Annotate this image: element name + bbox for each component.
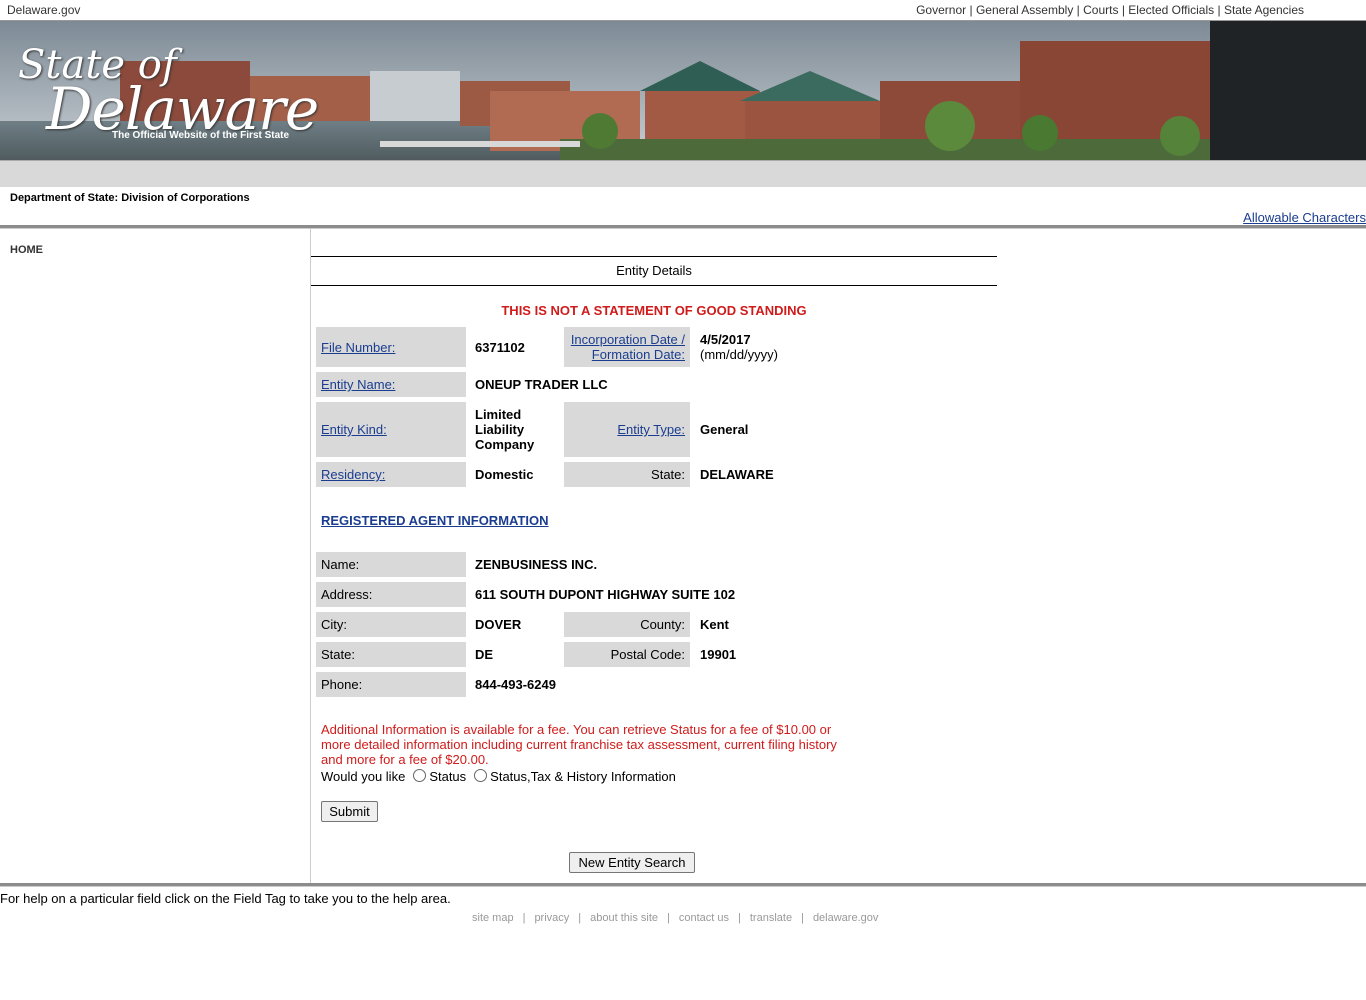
entity-kind-line1: Limited (475, 407, 522, 422)
incorporation-date-value: 4/5/2017 (700, 332, 751, 347)
footer-separator: | (578, 912, 582, 924)
footer-site-map[interactable]: site map (472, 912, 514, 924)
agent-city-label: City: (316, 612, 466, 637)
footer-about[interactable]: about this site (590, 912, 658, 924)
status-tax-history-label: Status,Tax & History Information (490, 769, 676, 784)
entity-kind-value: Limited Liability Company (466, 407, 564, 452)
file-number-help-link[interactable]: File Number: (321, 340, 395, 355)
nav-separator: | (1121, 3, 1125, 17)
logo-tagline: The Official Website of the First State (112, 130, 290, 141)
state-banner: State of Delaware The Official Website o… (0, 21, 1366, 160)
entity-type-label-cell: Entity Type: (564, 402, 690, 457)
incorporation-date-value-cell: 4/5/2017 (mm/dd/yyyy) (700, 332, 900, 362)
file-number-value: 6371102 (475, 339, 525, 355)
residency-help-link[interactable]: Residency: (321, 467, 385, 482)
new-entity-search-button[interactable]: New Entity Search (569, 852, 695, 873)
date-format-hint: (mm/dd/yyyy) (700, 347, 778, 362)
fee-information: Additional Information is available for … (321, 722, 837, 767)
footer-privacy[interactable]: privacy (534, 912, 569, 924)
footer-separator: | (738, 912, 741, 924)
residency-label-cell: Residency: (316, 462, 466, 487)
entity-type-value: General (700, 422, 749, 437)
agent-address-label: Address: (316, 582, 466, 607)
gray-strip (0, 160, 1366, 187)
entity-type-help-link[interactable]: Entity Type: (617, 422, 685, 437)
entity-kind-line3: Company (475, 437, 535, 452)
sidebar: HOME (0, 229, 311, 883)
agent-postal-label: Postal Code: (564, 642, 690, 667)
file-number-label-cell: File Number: (316, 327, 466, 367)
status-tax-history-radio[interactable] (474, 769, 488, 782)
entity-kind-line2: Liability (475, 422, 525, 437)
nav-governor[interactable]: Governor (916, 3, 966, 17)
footer-separator: | (667, 912, 670, 924)
bottom-divider (0, 883, 1366, 887)
footer-separator: | (801, 912, 804, 924)
entity-details-panel: Entity Details THIS IS NOT A STATEMENT O… (311, 229, 997, 883)
would-you-like-label: Would you like (321, 769, 406, 784)
state-value: DELAWARE (700, 467, 774, 482)
inc-label-line2: Formation Date: (591, 347, 685, 362)
agent-address-value: 611 SOUTH DUPONT HIGHWAY SUITE 102 (475, 587, 736, 602)
sidebar-item-home[interactable]: HOME (10, 244, 43, 256)
agent-state-value: DE (475, 647, 494, 662)
agent-state-label: State: (316, 642, 466, 667)
status-radio[interactable] (413, 769, 427, 782)
nav-elected-officials[interactable]: Elected Officials (1128, 3, 1214, 17)
good-standing-warning: THIS IS NOT A STATEMENT OF GOOD STANDING (501, 303, 807, 318)
agent-county-value: Kent (700, 617, 729, 632)
entity-kind-help-link[interactable]: Entity Kind: (321, 422, 387, 437)
status-option-label: Status (429, 769, 467, 784)
entity-kind-label-cell: Entity Kind: (316, 402, 466, 457)
footer-links: site map | privacy | about this site | contact… (472, 912, 878, 924)
footer-translate[interactable]: translate (750, 912, 792, 924)
agent-phone-label: Phone: (316, 672, 466, 697)
nav-state-agencies[interactable]: State Agencies (1224, 3, 1304, 17)
nav-general-assembly[interactable]: General Assembly (976, 3, 1073, 17)
agent-name-value: ZENBUSINESS INC. (475, 557, 598, 572)
entity-name-value: ONEUP TRADER LLC (475, 377, 608, 392)
footer-delaware-gov[interactable]: delaware.gov (813, 912, 878, 924)
entity-name-label-cell: Entity Name: (316, 372, 466, 397)
entity-name-help-link[interactable]: Entity Name: (321, 377, 395, 392)
footer-separator: | (522, 912, 526, 924)
submit-button[interactable]: Submit (321, 801, 378, 822)
entity-details-header: Entity Details (311, 256, 997, 286)
nav-separator: | (1076, 3, 1080, 17)
agent-county-label: County: (564, 612, 690, 637)
agent-postal-value: 19901 (700, 647, 737, 662)
incorporation-date-label-cell: Incorporation Date / Formation Date: (564, 327, 690, 367)
residency-value: Domestic (475, 467, 534, 482)
main-layout: HOME Entity Details THIS IS NOT A STATEM… (0, 229, 1366, 883)
info-option-group: Would you like Status Status,Tax & Histo… (321, 769, 676, 784)
nav-separator: | (969, 3, 973, 17)
incorporation-date-help-link[interactable]: Incorporation Date / Formation Date: (571, 332, 685, 362)
agent-city-value: DOVER (475, 617, 522, 632)
top-bar: Delaware.gov Governor | General Assembly… (0, 0, 1366, 21)
help-text: For help on a particular field click on … (0, 891, 451, 906)
top-nav: Governor | General Assembly | Courts | E… (916, 3, 1304, 17)
nav-courts[interactable]: Courts (1083, 3, 1118, 17)
department-title: Department of State: Division of Corpora… (10, 192, 250, 204)
agent-phone-value: 844-493-6249 (475, 677, 556, 692)
footer-contact[interactable]: contact us (679, 912, 729, 924)
department-header: Department of State: Division of Corpora… (0, 187, 1366, 225)
inc-label-line1: Incorporation Date / (570, 332, 685, 347)
allowable-characters-link[interactable]: Allowable Characters (1243, 210, 1366, 225)
nav-separator: | (1217, 3, 1221, 17)
registered-agent-help-link[interactable]: REGISTERED AGENT INFORMATION (321, 513, 549, 528)
agent-name-label: Name: (316, 552, 466, 577)
delaware-gov-link[interactable]: Delaware.gov (7, 3, 80, 17)
state-label-cell: State: (564, 462, 690, 487)
